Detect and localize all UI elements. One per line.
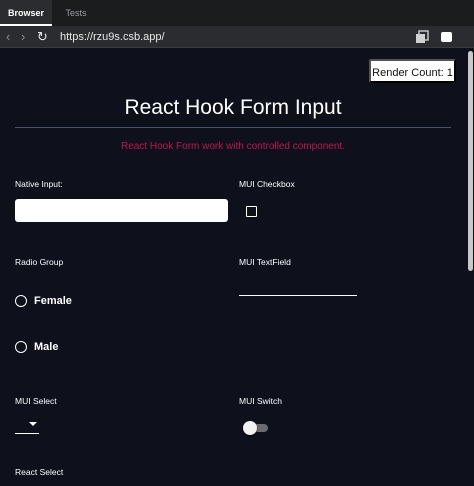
page-subtitle: React Hook Form work with controlled com… [121,141,345,152]
back-arrow-icon[interactable]: ‹ [6,26,10,48]
browser-address-bar: ‹ › ↻ https://rzu9s.csb.app/ [0,26,474,48]
radio-male-label[interactable]: Male [34,341,58,353]
radio-female[interactable] [15,295,27,307]
page-title: React Hook Form Input [124,96,342,119]
radio-male[interactable] [15,341,27,353]
radio-female-label[interactable]: Female [34,295,72,307]
page-scrollbar-thumb[interactable] [468,51,473,271]
app-page: Render Count: 1 React Hook Form Input Re… [0,49,474,486]
title-divider [15,127,451,128]
native-input-label: Native Input: [15,179,63,189]
render-count-badge: Render Count: 1 [369,59,456,83]
url-field[interactable]: https://rzu9s.csb.app/ [60,26,165,48]
mui-switch-thumb[interactable] [243,421,257,435]
mui-checkbox[interactable] [246,206,257,217]
forward-arrow-icon[interactable]: › [21,26,25,48]
radio-group-label: Radio Group [15,257,64,267]
mui-checkbox-label: MUI Checkbox [239,179,295,189]
react-select-label: React Select [15,467,64,477]
dropdown-arrow-icon [29,422,37,426]
open-in-new-window-icon[interactable] [415,30,429,44]
mui-select[interactable] [15,414,39,434]
tab-tests[interactable]: Tests [60,0,92,26]
mui-textfield-input[interactable] [239,276,357,296]
tab-browser[interactable]: Browser [0,0,52,26]
browser-tab-bar: Browser Tests [0,0,474,26]
devtools-icon[interactable] [441,32,452,42]
native-input[interactable] [15,199,228,222]
mui-textfield-label: MUI TextField [239,257,291,267]
reload-icon[interactable]: ↻ [37,26,48,48]
mui-switch-label: MUI Switch [239,396,282,406]
mui-select-label: MUI Select [15,396,57,406]
